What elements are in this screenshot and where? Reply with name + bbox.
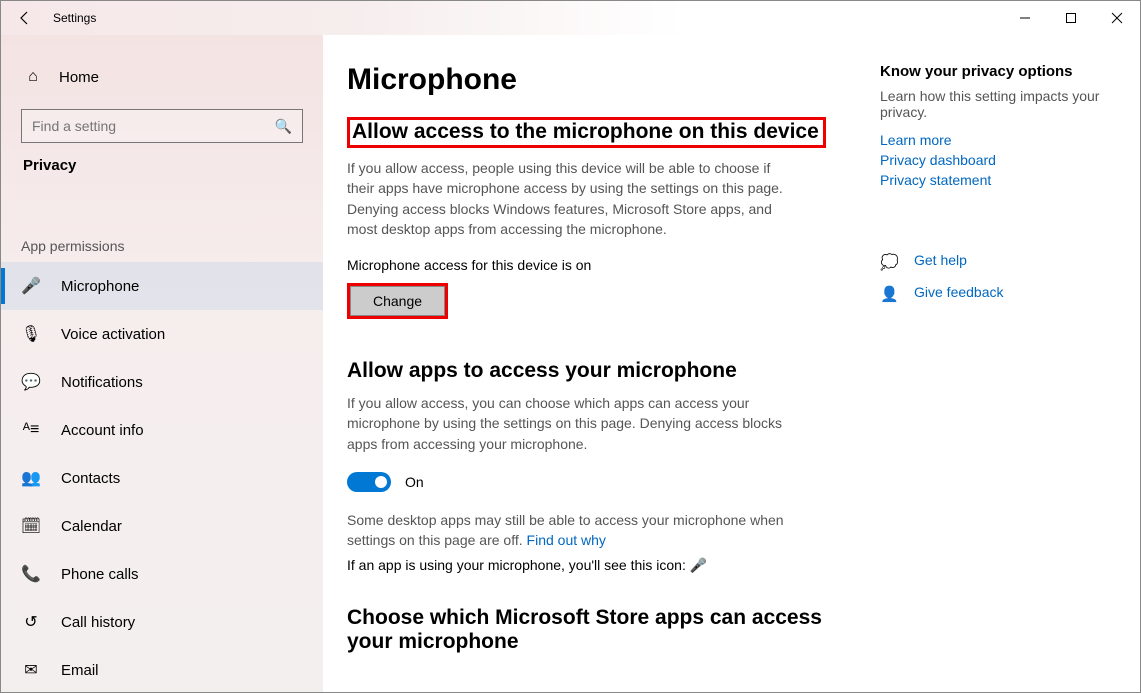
sidebar-item-label: Calendar [61,518,122,535]
sidebar-item-microphone[interactable]: 🎤 Microphone [1,262,323,310]
section-title-store: Choose which Microsoft Store apps can ac… [347,606,847,654]
sidebar-item-label: Voice activation [61,326,165,343]
back-button[interactable] [1,1,49,35]
sidebar-item-call-history[interactable]: ↺ Call history [1,598,323,646]
sidebar: ⌂ Home 🔍 Privacy App permissions 🎤 Microp… [1,35,323,692]
right-heading: Know your privacy options [880,63,1120,80]
sidebar-item-label: Contacts [61,470,120,487]
window-title: Settings [49,11,96,25]
apps-toggle[interactable]: On [347,472,847,492]
desktop-note: Some desktop apps may still be able to a… [347,510,787,551]
sidebar-item-notifications[interactable]: 💬 Notifications [1,358,323,406]
section-desc-apps: If you allow access, you can choose whic… [347,393,787,454]
feedback-icon: 👤 [880,285,898,303]
page-title: Microphone [347,63,847,97]
notifications-icon: 💬 [21,372,41,392]
phone-icon: 📞 [21,564,41,584]
sidebar-item-contacts[interactable]: 👥 Contacts [1,454,323,502]
sidebar-item-voice-activation[interactable]: 🎙 Voice activation [1,310,323,358]
link-privacy-dashboard[interactable]: Privacy dashboard [880,152,1120,168]
calendar-icon: 🗓 [21,516,41,536]
home-link[interactable]: ⌂ Home [1,57,323,97]
sidebar-item-label: Call history [61,614,135,631]
search-icon: 🔍 [275,118,292,135]
close-button[interactable] [1094,1,1140,35]
sidebar-item-label: Email [61,662,99,679]
microphone-indicator-icon: 🎤 [690,557,707,573]
sidebar-item-account-info[interactable]: ᴬ≡ Account info [1,406,323,454]
home-label: Home [59,69,99,86]
sidebar-item-label: Phone calls [61,566,139,583]
category-label: Privacy [1,157,323,174]
main-panel: Microphone Allow access to the microphon… [323,35,1140,692]
microphone-icon: 🎤 [21,276,41,296]
contacts-icon: 👥 [21,468,41,488]
search-box[interactable]: 🔍 [21,109,303,143]
voice-icon: 🎙 [21,324,41,344]
home-icon: ⌂ [23,68,43,86]
minimize-button[interactable] [1002,1,1048,35]
toggle-track [347,472,391,492]
email-icon: ✉ [21,660,41,680]
link-privacy-statement[interactable]: Privacy statement [880,172,1120,188]
sidebar-item-label: Account info [61,422,144,439]
find-out-link[interactable]: Find out why [527,532,606,548]
toggle-label: On [405,474,424,490]
change-button[interactable]: Change [350,286,445,316]
give-feedback-link[interactable]: Give feedback [914,284,1004,300]
toggle-knob [375,476,387,488]
sidebar-item-label: Microphone [61,278,139,295]
sidebar-item-calendar[interactable]: 🗓 Calendar [1,502,323,550]
link-learn-more[interactable]: Learn more [880,132,1120,148]
device-status: Microphone access for this device is on [347,257,847,273]
sidebar-item-email[interactable]: ✉ Email [1,646,323,692]
maximize-button[interactable] [1048,1,1094,35]
history-icon: ↺ [21,612,41,632]
section-desc-device: If you allow access, people using this d… [347,158,787,239]
get-help-link[interactable]: Get help [914,252,967,268]
sidebar-item-phone-calls[interactable]: 📞 Phone calls [1,550,323,598]
section-title-apps: Allow apps to access your microphone [347,359,847,383]
titlebar: Settings [1,1,1140,35]
account-icon: ᴬ≡ [21,421,41,439]
sidebar-item-label: Notifications [61,374,143,391]
search-input[interactable] [32,118,252,134]
right-desc: Learn how this setting impacts your priv… [880,88,1120,120]
nav-list: 🎤 Microphone 🎙 Voice activation 💬 Notificat… [1,262,323,692]
section-title-device: Allow access to the microphone on this d… [347,117,826,148]
right-panel: Know your privacy options Learn how this… [880,63,1140,692]
help-icon: 💭 [880,253,898,271]
section-label: App permissions [1,238,323,254]
mic-icon-note: If an app is using your microphone, you'… [347,557,847,574]
